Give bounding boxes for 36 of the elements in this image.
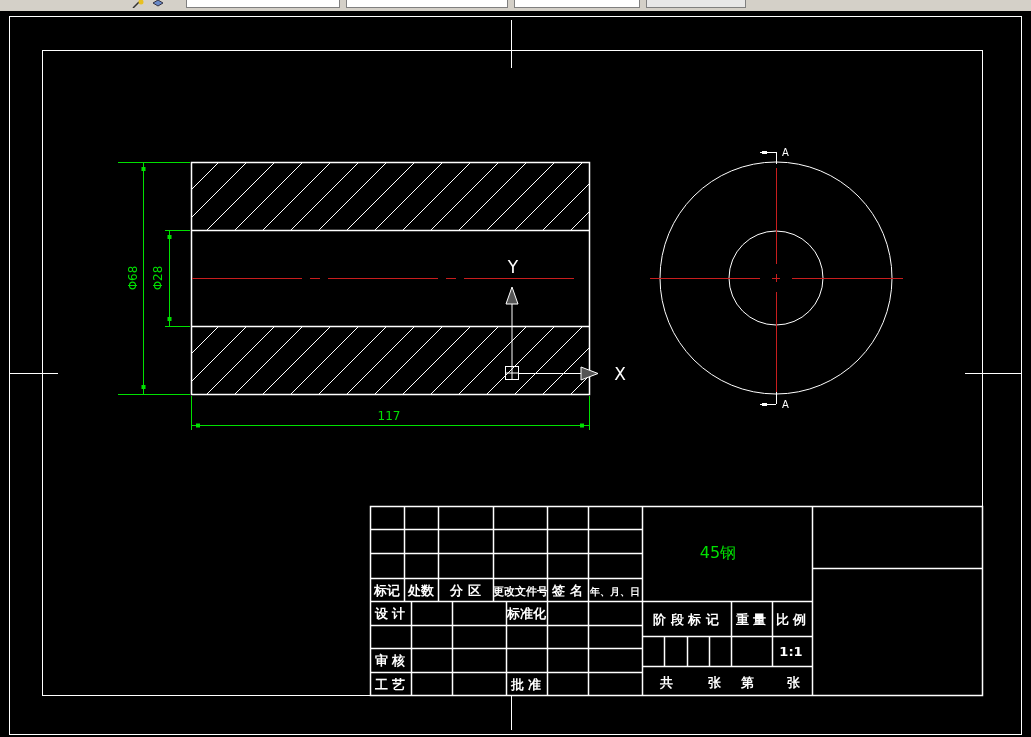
- title-block-label: 年、月、日: [590, 586, 640, 597]
- section-marker: [759, 151, 777, 165]
- title-block-label: 处数: [408, 583, 434, 598]
- layers-icon[interactable]: [152, 0, 164, 8]
- dimension-text: Φ68: [126, 265, 140, 291]
- title-block-label: 工 艺: [374, 677, 406, 692]
- title-block-label: 张: [707, 675, 721, 690]
- centering-mark: [511, 19, 512, 69]
- axis-label: X: [614, 364, 626, 384]
- title-block-label: 第: [740, 675, 754, 690]
- title-block-label: 阶 段 标 记: [653, 612, 719, 627]
- title-block-label: 更改文件号: [492, 585, 548, 598]
- section-marker: [759, 391, 777, 406]
- wand-icon[interactable]: [132, 0, 144, 8]
- title-block-label: 标记: [374, 583, 400, 598]
- section-label: A: [782, 147, 789, 158]
- title-block-label: 比 例: [775, 612, 807, 627]
- centering-mark: [964, 373, 1022, 374]
- title-block-label: 标准化: [506, 606, 546, 621]
- axis-label: Y: [507, 257, 519, 277]
- title-block-label: 重 量: [735, 612, 767, 627]
- title-block-label: 签 名: [552, 583, 583, 598]
- title-block-label: 批 准: [510, 677, 542, 692]
- title-block-label: 张: [786, 675, 800, 690]
- dimension-text: 117: [377, 409, 401, 423]
- title-block-label: 审 核: [374, 653, 406, 668]
- section-label: A: [782, 399, 789, 410]
- dimension-text: Φ28: [151, 265, 165, 291]
- centering-mark: [511, 694, 512, 731]
- title-block-label: 共: [659, 675, 673, 690]
- title-block-label: 1:1: [779, 644, 803, 659]
- material-text: 45钢: [699, 543, 737, 562]
- title-block-label: 分 区: [450, 583, 481, 598]
- ucs-axes-icon: [504, 286, 599, 381]
- centering-mark: [8, 373, 59, 374]
- title-block-label: 设 计: [374, 606, 406, 621]
